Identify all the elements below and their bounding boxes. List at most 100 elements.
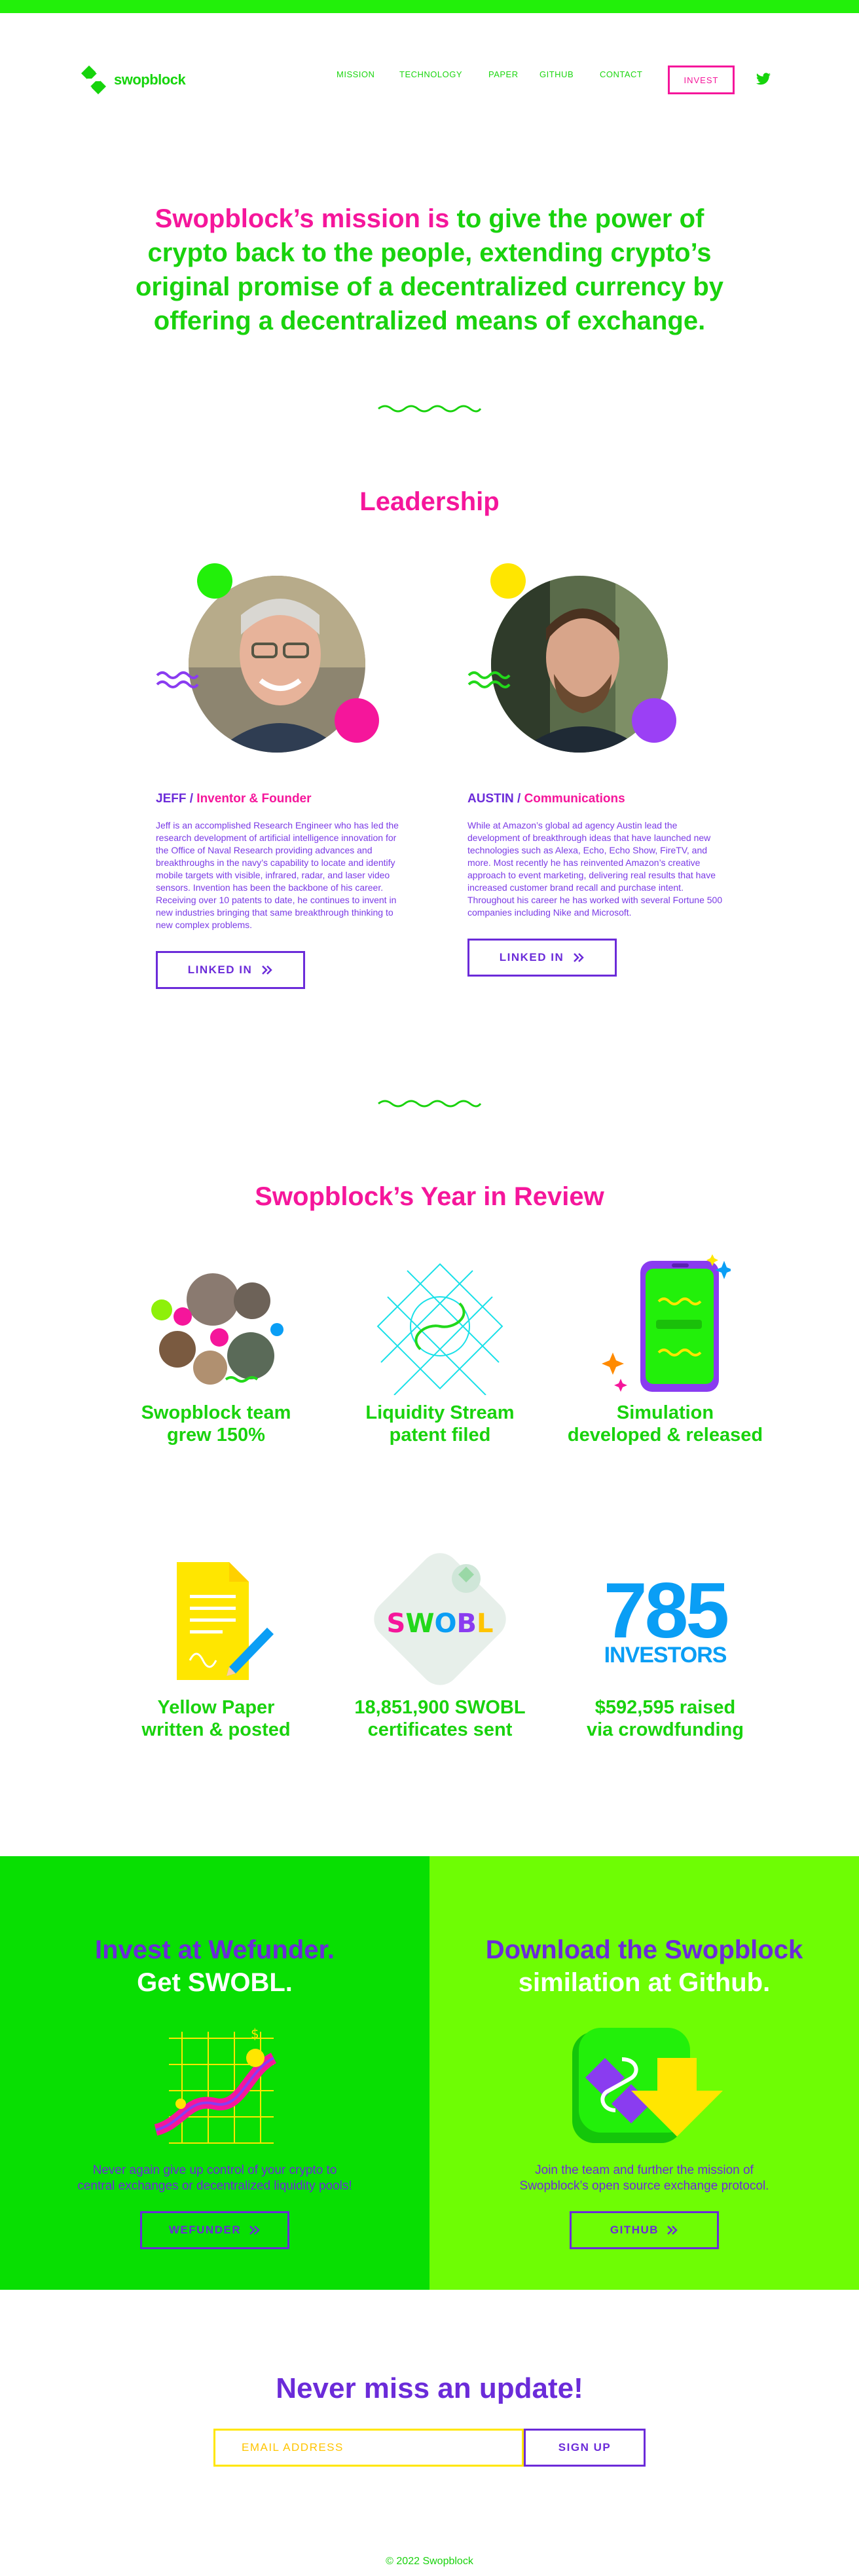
wefunder-button[interactable]: WEFUNDER: [140, 2211, 289, 2249]
leader-bio-austin: While at Amazon’s global ad agency Austi…: [467, 820, 723, 918]
caption-line: certificates sent: [367, 1719, 513, 1740]
newsletter-title: Never miss an update!: [276, 2372, 583, 2404]
caption-line: Simulation: [616, 1402, 714, 1423]
review-caption: 18,851,900 SWOBL certificates sent: [329, 1696, 551, 1741]
sign-up-button[interactable]: SIGN UP: [524, 2429, 646, 2467]
github-button[interactable]: GITHUB: [570, 2211, 719, 2249]
nav-paper[interactable]: PAPER: [488, 69, 519, 79]
phone-simulation-icon: [554, 1251, 777, 1402]
logo-text: swopblock: [114, 71, 186, 88]
nav-contact[interactable]: CONTACT: [600, 69, 642, 79]
twitter-icon[interactable]: [756, 72, 771, 86]
double-chevron-right-icon: [262, 965, 273, 975]
cta-title-wefunder: Invest at Wefunder. Get SWOBL.: [0, 1933, 430, 1999]
purple-wave-icon: [156, 671, 199, 688]
review-item-simulation: Simulation developed & released: [554, 1251, 777, 1446]
cta-wefunder: Invest at Wefunder. Get SWOBL. $ Never a…: [0, 1856, 430, 2290]
logo[interactable]: swopblock: [80, 64, 186, 96]
github-label: GITHUB: [610, 2224, 659, 2236]
caption-line: developed & released: [567, 1425, 763, 1446]
review-item-funding: 785 INVESTORS $592,595 raised via crowdfu…: [554, 1546, 777, 1741]
leader-role: Inventor & Founder: [196, 792, 312, 806]
investors-counter: 785 INVESTORS: [554, 1546, 777, 1696]
team-collage-icon: [105, 1251, 327, 1402]
leader-name-austin: AUSTIN / Communications: [467, 792, 729, 806]
caption-line: grew 150%: [167, 1425, 265, 1446]
caption-line: written & posted: [141, 1719, 291, 1740]
linkedin-label: LINKED IN: [499, 951, 564, 963]
mission-lead: Swopblock’s mission is: [155, 204, 450, 233]
pink-dot: [335, 698, 379, 743]
swopblock-logo-icon: [81, 65, 106, 94]
newsletter-section: Never miss an update! SIGN UP: [0, 2372, 859, 2467]
double-chevron-right-icon: [249, 2226, 260, 2235]
green-wave-icon: [467, 671, 511, 688]
review-caption: Swopblock team grew 150%: [105, 1402, 327, 1446]
mission-statement: Swopblock’s mission is to give the power…: [0, 202, 859, 338]
cta-text-github: Join the team and further the mission of…: [430, 2163, 859, 2194]
caption-line: $592,595 raised: [594, 1697, 736, 1718]
cta-title-line: similation at Github.: [518, 1968, 771, 1997]
double-chevron-right-icon: [667, 2226, 678, 2235]
cta-text-line: Join the team and further the mission of: [535, 2163, 754, 2177]
cta-title-line: Download the Swopblock: [485, 1935, 803, 1964]
caption-line: Yellow Paper: [157, 1697, 275, 1718]
leader-separator: /: [186, 792, 197, 806]
leader-card-austin: AUSTIN / Communications While at Amazon’…: [467, 563, 729, 977]
caption-line: patent filed: [389, 1425, 491, 1446]
linkedin-button-austin[interactable]: LINKED IN: [467, 939, 617, 977]
squiggle-divider: [378, 1100, 482, 1108]
purple-dot: [632, 698, 676, 743]
review-caption: Simulation developed & released: [554, 1402, 777, 1446]
caption-line: via crowdfunding: [586, 1719, 744, 1740]
patent-diagram-icon: [329, 1251, 551, 1402]
leader-name-jeff: JEFF / Inventor & Founder: [156, 792, 418, 806]
yellow-paper-icon: [105, 1546, 327, 1696]
cta-title-line: Invest at Wefunder.: [94, 1935, 335, 1964]
growth-chart-icon: $: [0, 2012, 430, 2156]
nav-mission[interactable]: MISSION: [337, 69, 375, 79]
investor-count: 785: [603, 1566, 729, 1654]
caption-line: Liquidity Stream: [365, 1402, 515, 1423]
cta-text-wefunder: Never again give up control of your cryp…: [0, 2163, 430, 2194]
caption-line: Swopblock team: [141, 1402, 291, 1423]
cta-text-line: Never again give up control of your cryp…: [92, 2163, 337, 2177]
email-input[interactable]: [213, 2429, 524, 2467]
nav-github[interactable]: GITHUB: [539, 69, 574, 79]
cta-text-line: Swopblock’s open source exchange protoco…: [519, 2179, 769, 2193]
double-chevron-right-icon: [574, 953, 585, 962]
leadership-section: JEFF / Inventor & Founder Jeff is an acc…: [0, 517, 859, 1034]
review-item-team: Swopblock team grew 150%: [105, 1251, 327, 1446]
download-app-icon: [430, 2012, 859, 2156]
leader-first-name: JEFF: [156, 792, 187, 806]
review-caption: Liquidity Stream patent filed: [329, 1402, 551, 1446]
portrait-jeff: [156, 563, 379, 759]
year-review-grid: Swopblock team grew 150% Liquidity Stream…: [0, 1251, 859, 1840]
cta-text-line: central exchanges or decentralized liqui…: [77, 2179, 352, 2193]
linkedin-label: LINKED IN: [187, 963, 253, 976]
swobl-word: SWOBL: [387, 1609, 494, 1639]
nav-technology[interactable]: TECHNOLOGY: [399, 69, 465, 79]
top-accent-bar: [0, 0, 859, 13]
review-item-patent: Liquidity Stream patent filed: [329, 1251, 551, 1446]
yellow-dot: [490, 563, 526, 599]
year-review-title: Swopblock’s Year in Review: [255, 1182, 604, 1211]
caption-line: 18,851,900 SWOBL: [354, 1697, 526, 1718]
wefunder-label: WEFUNDER: [168, 2224, 242, 2236]
cta-github: Download the Swopblock similation at Git…: [430, 1856, 859, 2290]
swobl-certificate-icon: SWOBL: [329, 1546, 551, 1696]
cta-title-line: Get SWOBL.: [137, 1968, 293, 1997]
leader-first-name: AUSTIN: [467, 792, 514, 806]
leader-card-jeff: JEFF / Inventor & Founder Jeff is an acc…: [156, 563, 418, 989]
footer-copyright: © 2022 Swopblock: [386, 2556, 473, 2567]
cta-section: Invest at Wefunder. Get SWOBL. $ Never a…: [0, 1856, 859, 2290]
review-item-swobl: SWOBL 18,851,900 SWOBL certificates sent: [329, 1546, 551, 1741]
newsletter-form: SIGN UP: [0, 2429, 859, 2467]
invest-button[interactable]: INVEST: [668, 65, 735, 94]
cta-title-github: Download the Swopblock similation at Git…: [430, 1933, 859, 1999]
site-header: swopblock MISSION TECHNOLOGY PAPER GITHU…: [0, 13, 859, 118]
leadership-title: Leadership: [359, 487, 500, 516]
investor-label: INVESTORS: [604, 1642, 727, 1668]
linkedin-button-jeff[interactable]: LINKED IN: [156, 951, 305, 989]
leader-separator: /: [513, 792, 524, 806]
